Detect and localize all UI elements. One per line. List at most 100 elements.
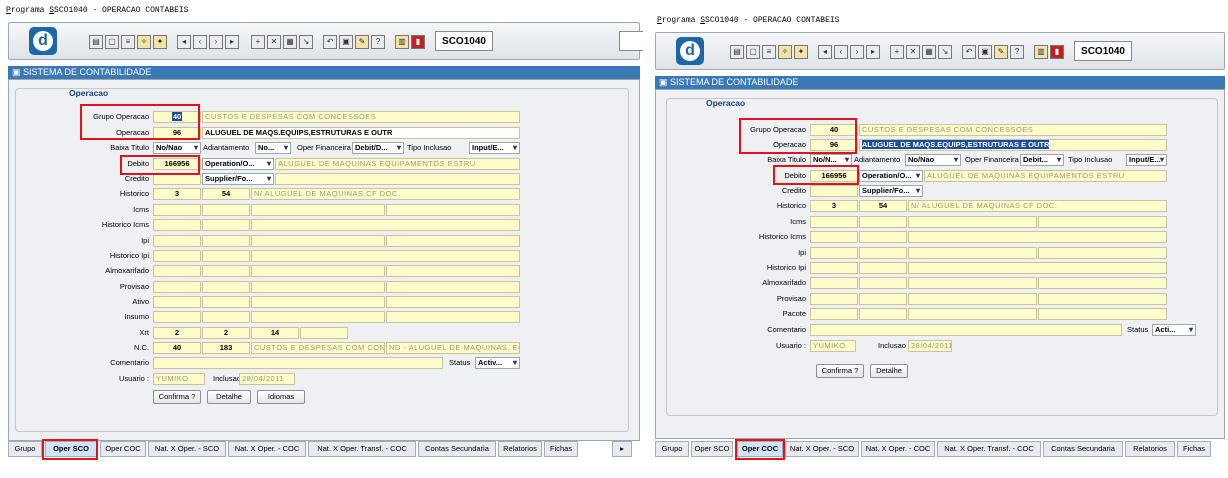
tools-icon[interactable]: ✎: [994, 45, 1008, 59]
delete-record-icon[interactable]: ✕: [906, 45, 920, 59]
confirma-button[interactable]: Confirma ?: [153, 390, 201, 404]
credito-type-select[interactable]: Supplier/Fo...: [859, 185, 923, 197]
tab-fichas[interactable]: Fichas: [1177, 441, 1211, 457]
ipi-field-b[interactable]: [202, 235, 250, 247]
historico-code-a[interactable]: 3: [810, 200, 858, 212]
tab-fichas[interactable]: Fichas: [544, 441, 578, 457]
tab-nat-oper-transf-coc[interactable]: Nat. X Oper. Transf. - COC: [937, 441, 1041, 457]
first-record-icon[interactable]: ◂: [818, 45, 832, 59]
comentario-field[interactable]: [153, 357, 443, 369]
tab-oper-coc[interactable]: Oper COC: [100, 441, 146, 457]
tab-nat-oper-transf-coc[interactable]: Nat. X Oper. Transf. - COC: [308, 441, 416, 457]
detalhe-button[interactable]: Detalhe: [207, 390, 251, 404]
historico-icms-field-a[interactable]: [153, 219, 201, 231]
historico-ipi-field-a[interactable]: [810, 262, 858, 274]
historico-ipi-field-b[interactable]: [202, 250, 250, 262]
exit-icon[interactable]: ▮: [411, 35, 425, 49]
magic-icon[interactable]: ✦: [153, 35, 167, 49]
tab-grupo[interactable]: Grupo: [8, 441, 42, 457]
xrt-field-a[interactable]: 2: [153, 327, 201, 339]
tab-relatorios[interactable]: Relatorios: [498, 441, 542, 457]
ativo-field-a[interactable]: [153, 296, 201, 308]
idiomas-button[interactable]: Idiomas: [257, 390, 305, 404]
execute-query-icon[interactable]: ↘: [299, 35, 313, 49]
wand-icon[interactable]: ✧: [778, 45, 792, 59]
almoxarifado-field-a[interactable]: [810, 277, 858, 289]
status-select[interactable]: Acti...: [1152, 324, 1196, 336]
tab-contas-secundaria[interactable]: Contas Secundaria: [1043, 441, 1123, 457]
icms-field-b[interactable]: [202, 204, 250, 216]
nc-field-b[interactable]: 183: [202, 342, 250, 354]
tab-grupo[interactable]: Grupo: [655, 441, 689, 457]
save-icon[interactable]: ▤: [89, 35, 103, 49]
wand-icon[interactable]: ✧: [137, 35, 151, 49]
print-icon[interactable]: ≡: [762, 45, 776, 59]
historico-ipi-field-b[interactable]: [859, 262, 907, 274]
tab-contas-secundaria[interactable]: Contas Secundaria: [418, 441, 496, 457]
oper-financeira-select[interactable]: Debit...: [1020, 154, 1064, 166]
tools-icon[interactable]: ✎: [355, 35, 369, 49]
historico-code-b[interactable]: 54: [202, 188, 250, 200]
next-record-icon[interactable]: ›: [209, 35, 223, 49]
undo-icon[interactable]: ↶: [323, 35, 337, 49]
tipo-inclusao-select[interactable]: Input/E...: [1126, 154, 1167, 166]
almoxarifado-field-a[interactable]: [153, 265, 201, 277]
print-icon[interactable]: ≡: [121, 35, 135, 49]
adiantamento-select[interactable]: No/Nao: [905, 154, 961, 166]
help-icon[interactable]: ?: [371, 35, 385, 49]
menu-icon[interactable]: ▥: [395, 35, 409, 49]
historico-icms-field-b[interactable]: [859, 231, 907, 243]
save-icon[interactable]: ▤: [730, 45, 744, 59]
insumo-field-a[interactable]: [153, 311, 201, 323]
insert-record-icon[interactable]: +: [251, 35, 265, 49]
icms-field-a[interactable]: [153, 204, 201, 216]
undo-icon[interactable]: ↶: [962, 45, 976, 59]
prev-record-icon[interactable]: ‹: [193, 35, 207, 49]
tab-nat-oper-coc[interactable]: Nat. X Oper. - COC: [228, 441, 306, 457]
credito-type-select[interactable]: Supplier/Fo...: [202, 173, 274, 185]
provisao-field-b[interactable]: [202, 281, 250, 293]
clipboard-icon[interactable]: ▣: [978, 45, 992, 59]
window-icon[interactable]: ▢: [105, 35, 119, 49]
icms-field-a[interactable]: [810, 216, 858, 228]
first-record-icon[interactable]: ◂: [177, 35, 191, 49]
icms-field-b[interactable]: [859, 216, 907, 228]
confirma-button[interactable]: Confirma ?: [816, 364, 864, 378]
window-icon[interactable]: ▢: [746, 45, 760, 59]
historico-ipi-field-a[interactable]: [153, 250, 201, 262]
next-record-icon[interactable]: ›: [850, 45, 864, 59]
insumo-field-b[interactable]: [202, 311, 250, 323]
tipo-inclusao-select[interactable]: Input/E...: [469, 142, 520, 154]
exit-icon[interactable]: ▮: [1050, 45, 1064, 59]
provisao-field-a[interactable]: [810, 293, 858, 305]
last-record-icon[interactable]: ▸: [866, 45, 880, 59]
provisao-field-b[interactable]: [859, 293, 907, 305]
comentario-field[interactable]: [810, 324, 1122, 336]
tab-scroll-right-icon[interactable]: ▸: [612, 441, 632, 457]
pacote-field-b[interactable]: [859, 308, 907, 320]
almoxarifado-field-b[interactable]: [859, 277, 907, 289]
oper-financeira-select[interactable]: Debit/D...: [352, 142, 404, 154]
help-icon[interactable]: ?: [1010, 45, 1024, 59]
tab-nat-oper-sco[interactable]: Nat. X Oper. - SCO: [785, 441, 859, 457]
prev-record-icon[interactable]: ‹: [834, 45, 848, 59]
ipi-field-a[interactable]: [810, 247, 858, 259]
detalhe-button[interactable]: Detalhe: [870, 364, 908, 378]
ipi-field-a[interactable]: [153, 235, 201, 247]
tab-nat-oper-coc[interactable]: Nat. X Oper. - COC: [861, 441, 935, 457]
execute-query-icon[interactable]: ↘: [938, 45, 952, 59]
credito-field[interactable]: [810, 185, 858, 197]
delete-record-icon[interactable]: ✕: [267, 35, 281, 49]
status-select[interactable]: Activ...: [475, 357, 520, 369]
tab-nat-oper-sco[interactable]: Nat. X Oper. - SCO: [148, 441, 226, 457]
historico-code-b[interactable]: 54: [859, 200, 907, 212]
adiantamento-select[interactable]: No...: [255, 142, 291, 154]
query-icon[interactable]: ▦: [922, 45, 936, 59]
historico-icms-field-a[interactable]: [810, 231, 858, 243]
xrt-field-b[interactable]: 2: [202, 327, 250, 339]
xrt-field-c[interactable]: 14: [251, 327, 299, 339]
ipi-field-b[interactable]: [859, 247, 907, 259]
tab-relatorios[interactable]: Relatorios: [1125, 441, 1175, 457]
magic-icon[interactable]: ✦: [794, 45, 808, 59]
insert-record-icon[interactable]: +: [890, 45, 904, 59]
